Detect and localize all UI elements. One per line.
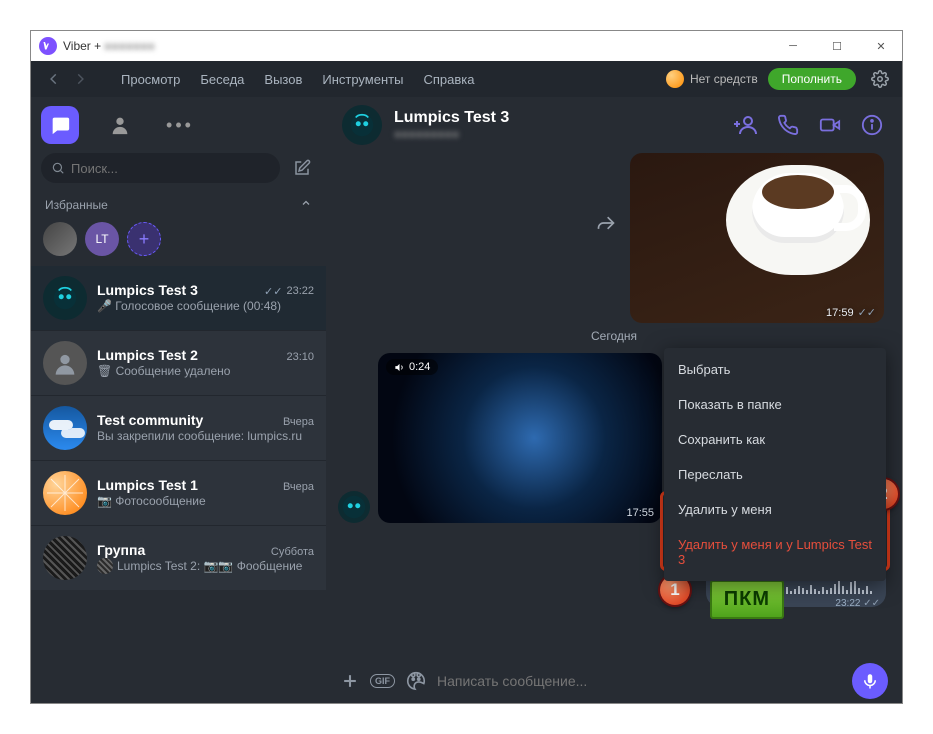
viber-out-icon bbox=[666, 70, 684, 88]
compose-icon[interactable] bbox=[288, 154, 316, 182]
menu-help[interactable]: Справка bbox=[413, 72, 484, 87]
context-menu-item[interactable]: Удалить у меня bbox=[664, 492, 886, 527]
favorite-contact[interactable] bbox=[43, 222, 77, 256]
voice-record-button[interactable] bbox=[852, 663, 888, 699]
topup-button[interactable]: Пополнить bbox=[768, 68, 856, 90]
message-input[interactable] bbox=[437, 673, 842, 689]
avatar bbox=[43, 536, 87, 580]
viber-logo-icon bbox=[39, 37, 57, 55]
tab-chats-icon[interactable] bbox=[41, 106, 79, 144]
annotation-pkm-label: ПКМ bbox=[710, 580, 784, 619]
chat-time: Вчера bbox=[283, 481, 314, 493]
menubar: Просмотр Беседа Вызов Инструменты Справк… bbox=[31, 61, 902, 97]
tab-more-icon[interactable]: ••• bbox=[161, 106, 199, 144]
context-menu: ВыбратьПоказать в папкеСохранить какПере… bbox=[664, 348, 886, 581]
chat-title: Lumpics Test 3 bbox=[394, 109, 509, 127]
date-separator: Сегодня bbox=[326, 329, 902, 343]
chat-list-item[interactable]: Test community ВчераВы закрепили сообщени… bbox=[31, 395, 326, 460]
chat-panel: Lumpics Test 3 ●●●●●●●●● bbox=[326, 97, 902, 703]
avatar bbox=[43, 406, 87, 450]
avatar bbox=[43, 471, 87, 515]
tab-contacts-icon[interactable] bbox=[101, 106, 139, 144]
favorite-contact[interactable]: LT bbox=[85, 222, 119, 256]
nav-forward-icon[interactable] bbox=[67, 66, 93, 92]
chat-time: 23:10 bbox=[286, 351, 314, 363]
favorites-collapse-icon[interactable] bbox=[300, 197, 312, 212]
close-button[interactable]: ✕ bbox=[868, 33, 894, 59]
chat-list-item[interactable]: Lumpics Test 1 Вчера📷 Фотосообщение bbox=[31, 460, 326, 525]
attach-icon[interactable] bbox=[340, 671, 360, 691]
context-menu-item[interactable]: Показать в папке bbox=[664, 387, 886, 422]
sender-avatar[interactable] bbox=[338, 491, 370, 523]
chat-time: Вчера bbox=[283, 416, 314, 428]
avatar bbox=[43, 341, 87, 385]
gif-icon[interactable]: GIF bbox=[370, 674, 395, 688]
favorites-header: Избранные bbox=[45, 198, 108, 212]
menu-view[interactable]: Просмотр bbox=[111, 72, 190, 87]
chat-preview: 📷 Фотосообщение bbox=[97, 493, 314, 510]
sticker-icon[interactable] bbox=[405, 670, 427, 692]
context-menu-item[interactable]: Переслать bbox=[664, 457, 886, 492]
video-duration-badge: 0:24 bbox=[386, 359, 438, 375]
image-message[interactable]: 17:59✓✓ bbox=[630, 153, 884, 323]
chat-name: Lumpics Test 1 bbox=[97, 477, 198, 493]
voice-call-icon[interactable] bbox=[774, 111, 802, 139]
chat-preview: 🎤 Голосовое сообщение (00:48) bbox=[97, 298, 314, 315]
video-message[interactable]: 0:24 17:55 bbox=[378, 353, 662, 523]
sidebar: ••• Избранные LT + bbox=[31, 97, 326, 703]
balance-indicator[interactable]: Нет средств bbox=[666, 70, 758, 88]
menu-call[interactable]: Вызов bbox=[254, 72, 312, 87]
chat-preview: Lumpics Test 2: 📷📷 Фообщение bbox=[97, 558, 314, 575]
app-title: Viber + bbox=[63, 39, 101, 53]
chat-list-item[interactable]: Группа СубботаLumpics Test 2: 📷📷 Фообщени… bbox=[31, 525, 326, 590]
add-participant-icon[interactable] bbox=[732, 111, 760, 139]
phone-number-blur: ●●●●●●● bbox=[104, 39, 155, 53]
forward-icon[interactable] bbox=[596, 213, 616, 238]
chat-info-icon[interactable] bbox=[858, 111, 886, 139]
menu-tools[interactable]: Инструменты bbox=[312, 72, 413, 87]
context-menu-item[interactable]: Сохранить как bbox=[664, 422, 886, 457]
chat-name: Test community bbox=[97, 412, 203, 428]
video-call-icon[interactable] bbox=[816, 111, 844, 139]
search-field[interactable] bbox=[71, 161, 270, 176]
chat-list-item[interactable]: Lumpics Test 2 23:10🗑 Сообщение удалено bbox=[31, 330, 326, 395]
chat-time: Суббота bbox=[271, 546, 314, 558]
search-input[interactable] bbox=[41, 153, 280, 183]
context-menu-item[interactable]: Удалить у меня и у Lumpics Test 3 bbox=[664, 527, 886, 577]
chat-name: Группа bbox=[97, 542, 145, 558]
chat-list-item[interactable]: Lumpics Test 3 ✓✓23:22🎤 Голосовое сообщен… bbox=[31, 266, 326, 330]
context-menu-item[interactable]: Выбрать bbox=[664, 352, 886, 387]
chat-preview: 🗑 Сообщение удалено bbox=[97, 363, 314, 380]
chat-name: Lumpics Test 3 bbox=[97, 282, 198, 298]
chat-time: ✓✓23:22 bbox=[264, 285, 314, 298]
chat-avatar[interactable] bbox=[342, 105, 382, 145]
chat-list: Lumpics Test 3 ✓✓23:22🎤 Голосовое сообщен… bbox=[31, 266, 326, 703]
chat-preview: Вы закрепили сообщение: lumpics.ru bbox=[97, 428, 314, 445]
titlebar: Viber + ●●●●●●● ─ ☐ ✕ bbox=[31, 31, 902, 61]
chat-subtitle-blur: ●●●●●●●●● bbox=[394, 127, 509, 141]
add-favorite-button[interactable]: + bbox=[127, 222, 161, 256]
menu-chat[interactable]: Беседа bbox=[190, 72, 254, 87]
minimize-button[interactable]: ─ bbox=[780, 33, 806, 59]
nav-back-icon[interactable] bbox=[41, 66, 67, 92]
settings-icon[interactable] bbox=[868, 67, 892, 91]
chat-name: Lumpics Test 2 bbox=[97, 347, 198, 363]
maximize-button[interactable]: ☐ bbox=[824, 33, 850, 59]
avatar bbox=[43, 276, 87, 320]
message-input-bar: GIF bbox=[326, 659, 902, 703]
